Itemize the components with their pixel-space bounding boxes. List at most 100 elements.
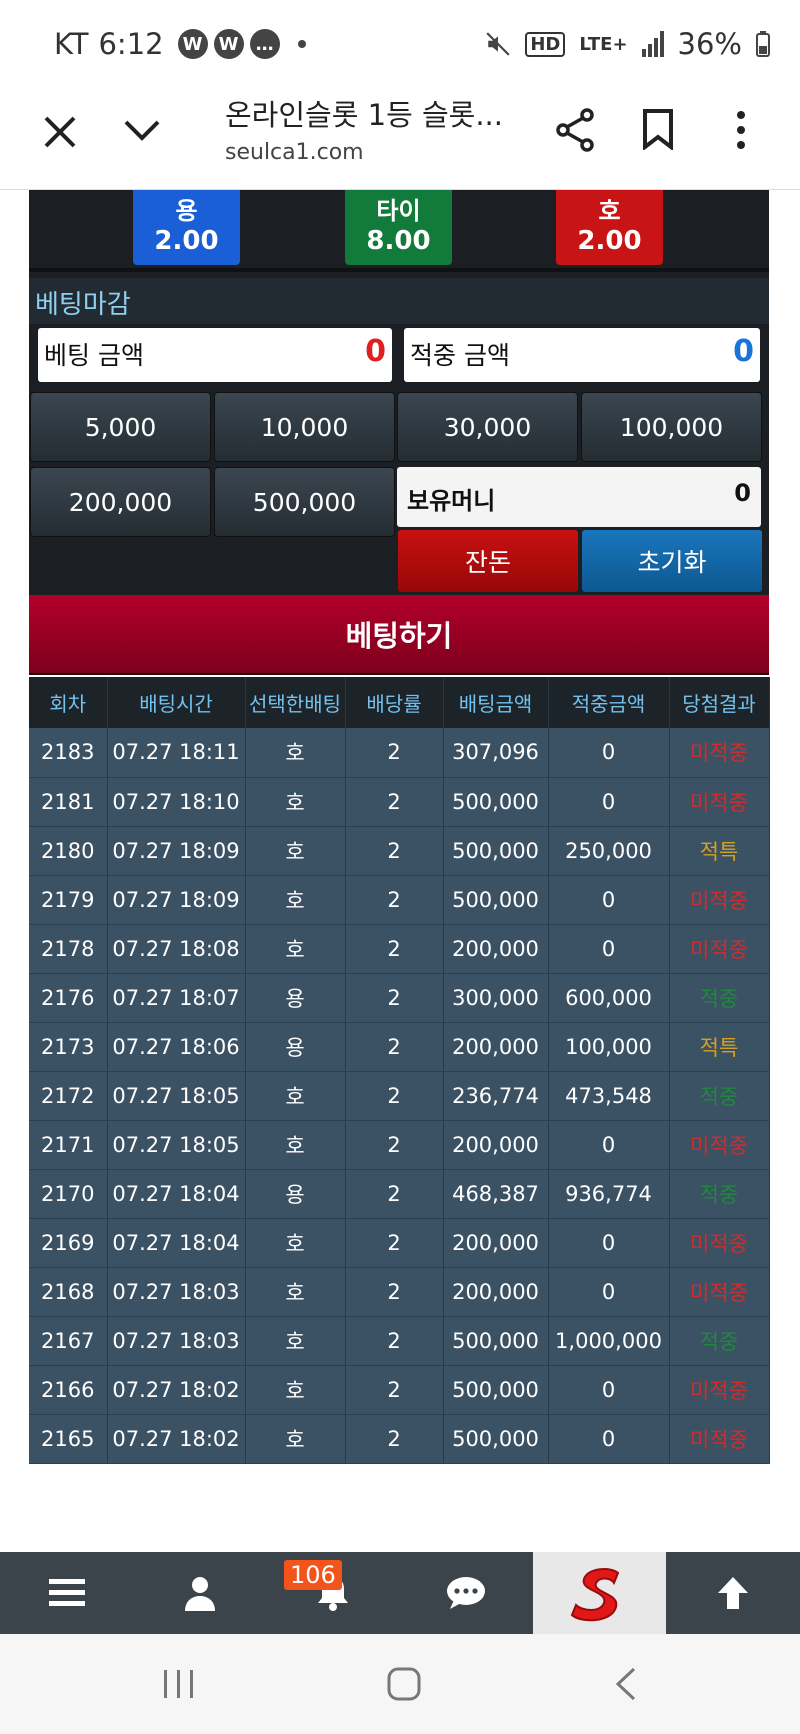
win-amount-label: 적중 금액 <box>410 341 510 370</box>
browser-toolbar: 온라인슬롯 1등 슬롯... seulca1.com <box>0 88 800 190</box>
more-notifications-icon <box>297 40 306 48</box>
chip-30000-button[interactable]: 30,000 <box>397 392 578 462</box>
status-bar: KT 6:12 W W … HD LTE+ 36% <box>0 0 800 88</box>
table-cell: 미적중 <box>669 924 770 974</box>
table-cell: 500,000 <box>443 875 549 925</box>
table-row: 2181 07.27 18:10 호 2 500,000 0 미적중 <box>29 777 770 827</box>
table-cell: 호 <box>245 1267 346 1317</box>
table-cell: 07.27 18:11 <box>107 728 246 778</box>
chevron-down-icon[interactable] <box>122 110 162 150</box>
table-cell: 0 <box>548 924 670 974</box>
odds-row: 용 2.00 타이 8.00 호 2.00 <box>29 190 769 272</box>
odd-tiger-button[interactable]: 호 2.00 <box>556 190 663 265</box>
table-cell: 2 <box>345 728 444 778</box>
bet-amount-label: 베팅 금액 <box>44 341 144 370</box>
table-cell: 용 <box>245 973 346 1023</box>
table-cell: 936,774 <box>548 1169 670 1219</box>
w-app-icon: W <box>213 29 244 59</box>
table-cell: 적중 <box>669 973 770 1023</box>
odd-tie-button[interactable]: 타이 8.00 <box>345 190 452 265</box>
table-cell: 07.27 18:02 <box>107 1365 246 1415</box>
table-cell: 호 <box>245 1120 346 1170</box>
table-cell: 200,000 <box>443 1267 549 1317</box>
bookmark-icon[interactable] <box>642 108 674 150</box>
table-cell: 200,000 <box>443 1022 549 1072</box>
table-cell: 300,000 <box>443 973 549 1023</box>
table-cell: 468,387 <box>443 1169 549 1219</box>
table-cell: 07.27 18:08 <box>107 924 246 974</box>
table-cell: 2 <box>345 1071 444 1121</box>
share-icon[interactable] <box>555 108 595 152</box>
change-button[interactable]: 잔돈 <box>398 530 578 592</box>
table-cell: 0 <box>548 1414 670 1464</box>
recent-apps-icon[interactable] <box>162 1668 196 1700</box>
close-icon[interactable] <box>42 114 78 150</box>
table-cell: 2183 <box>29 728 108 778</box>
table-cell: 473,548 <box>548 1071 670 1121</box>
table-cell: 200,000 <box>443 1218 549 1268</box>
col-selection: 선택한배팅 <box>245 677 346 728</box>
table-cell: 0 <box>548 1267 670 1317</box>
table-cell: 07.27 18:06 <box>107 1022 246 1072</box>
table-row: 2169 07.27 18:04 호 2 200,000 0 미적중 <box>29 1218 770 1268</box>
chat-tab[interactable] <box>399 1552 532 1634</box>
win-amount-value: 0 <box>733 334 754 369</box>
table-cell: 500,000 <box>443 1316 549 1366</box>
chip-5000-button[interactable]: 5,000 <box>30 392 211 462</box>
table-cell: 미적중 <box>669 1365 770 1415</box>
table-cell: 500,000 <box>443 826 549 876</box>
scroll-top-tab[interactable] <box>666 1552 799 1634</box>
table-row: 2166 07.27 18:02 호 2 500,000 0 미적중 <box>29 1365 770 1415</box>
menu-icon <box>48 1579 85 1606</box>
table-cell: 적특 <box>669 1022 770 1072</box>
more-menu-icon[interactable] <box>735 110 747 150</box>
table-cell: 호 <box>245 875 346 925</box>
odd-dragon-button[interactable]: 용 2.00 <box>133 190 240 265</box>
table-cell: 적특 <box>669 826 770 876</box>
table-cell: 307,096 <box>443 728 549 778</box>
menu-tab[interactable] <box>0 1552 133 1634</box>
site-logo-tab[interactable] <box>533 1552 666 1634</box>
back-icon[interactable] <box>614 1666 638 1702</box>
table-row: 2171 07.27 18:05 호 2 200,000 0 미적중 <box>29 1120 770 1170</box>
home-icon[interactable] <box>386 1666 422 1702</box>
table-cell: 500,000 <box>443 1365 549 1415</box>
carrier: KT <box>54 27 89 61</box>
table-cell: 미적중 <box>669 728 770 778</box>
table-cell: 2170 <box>29 1169 108 1219</box>
w-app-icon: W <box>177 29 208 59</box>
table-cell: 200,000 <box>443 1120 549 1170</box>
place-bet-button[interactable]: 베팅하기 <box>29 595 769 675</box>
table-cell: 호 <box>245 1414 346 1464</box>
chip-200000-button[interactable]: 200,000 <box>30 467 211 537</box>
table-cell: 200,000 <box>443 924 549 974</box>
table-cell: 07.27 18:05 <box>107 1071 246 1121</box>
table-cell: 2 <box>345 777 444 827</box>
chip-100000-button[interactable]: 100,000 <box>581 392 762 462</box>
table-cell: 0 <box>548 728 670 778</box>
battery-icon <box>756 31 770 57</box>
table-cell: 07.27 18:03 <box>107 1267 246 1317</box>
table-cell: 2173 <box>29 1022 108 1072</box>
table-cell: 적중 <box>669 1169 770 1219</box>
table-cell: 500,000 <box>443 777 549 827</box>
table-cell: 2 <box>345 1414 444 1464</box>
table-cell: 2 <box>345 1169 444 1219</box>
table-cell: 0 <box>548 777 670 827</box>
table-cell: 07.27 18:09 <box>107 875 246 925</box>
holdings-value: 0 <box>734 479 751 507</box>
table-cell: 0 <box>548 1365 670 1415</box>
site-logo <box>570 1568 619 1622</box>
table-cell: 07.27 18:07 <box>107 973 246 1023</box>
chip-500000-button[interactable]: 500,000 <box>214 467 395 537</box>
table-cell: 적중 <box>669 1316 770 1366</box>
table-cell: 2180 <box>29 826 108 876</box>
chip-10000-button[interactable]: 10,000 <box>214 392 395 462</box>
table-cell: 2 <box>345 973 444 1023</box>
clock: 6:12 <box>98 27 164 61</box>
table-cell: 2169 <box>29 1218 108 1268</box>
holdings-box: 보유머니 0 <box>397 467 761 527</box>
reset-button[interactable]: 초기화 <box>582 530 762 592</box>
table-cell: 07.27 18:05 <box>107 1120 246 1170</box>
user-tab[interactable] <box>133 1552 266 1634</box>
